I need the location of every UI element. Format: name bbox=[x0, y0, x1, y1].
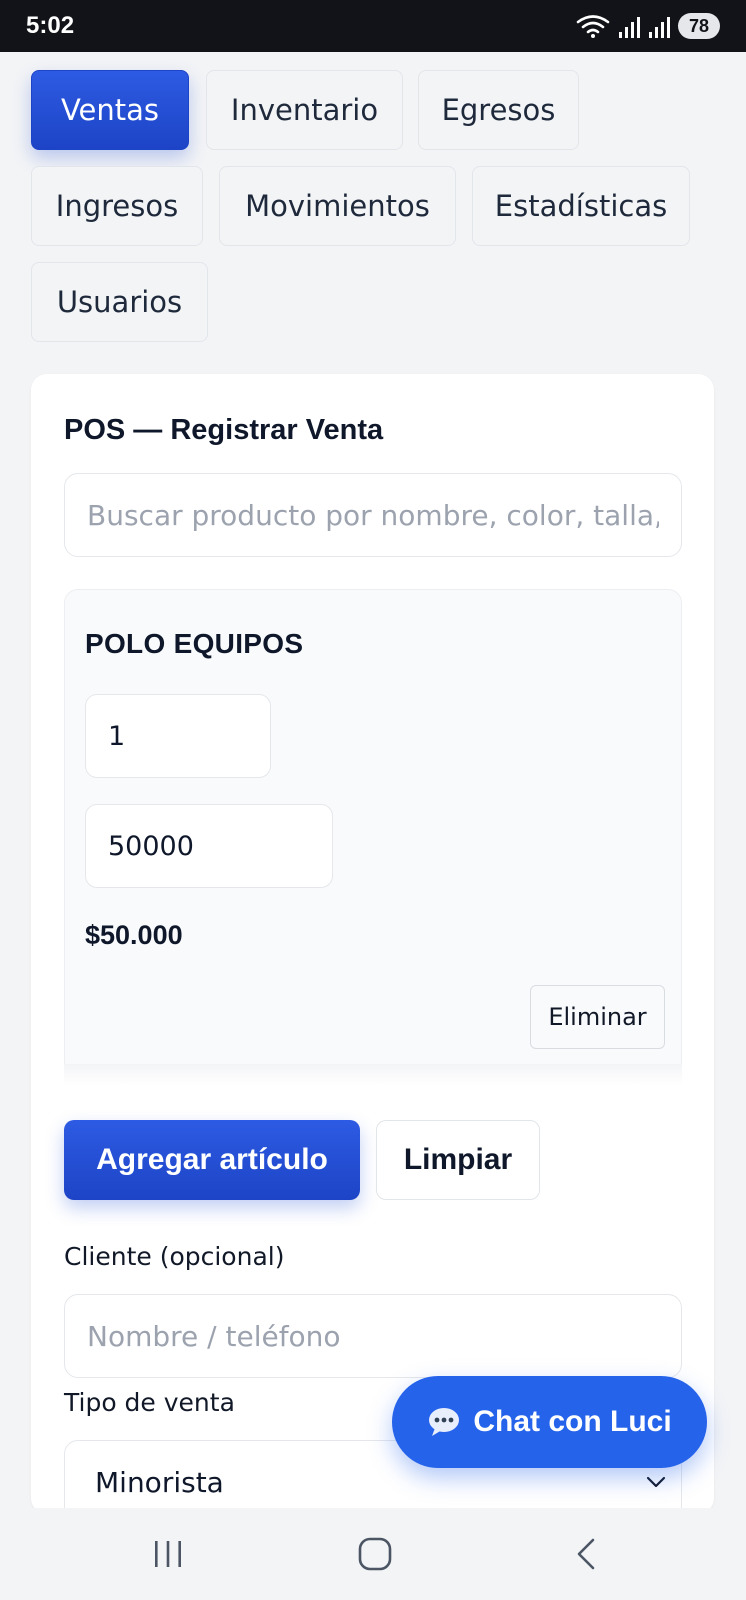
item-total: $50.000 bbox=[85, 920, 183, 950]
product-search-input[interactable] bbox=[64, 473, 682, 557]
back-icon bbox=[577, 1538, 595, 1570]
chat-bubble-icon bbox=[429, 1408, 460, 1436]
clear-button[interactable]: Limpiar bbox=[376, 1120, 540, 1200]
signal-icon bbox=[619, 17, 640, 38]
tab-ventas[interactable]: Ventas bbox=[31, 70, 189, 150]
home-icon bbox=[358, 1537, 392, 1571]
item-name: POLO EQUIPOS bbox=[85, 628, 304, 659]
status-right: 78 bbox=[576, 13, 720, 39]
signal-icon bbox=[649, 17, 670, 38]
sale-type-label: Tipo de venta bbox=[64, 1388, 235, 1417]
status-time: 5:02 bbox=[26, 12, 75, 39]
sale-type-value: Minorista bbox=[95, 1465, 224, 1499]
chat-button[interactable]: Chat con Luci bbox=[392, 1376, 707, 1468]
tab-egresos[interactable]: Egresos bbox=[418, 70, 579, 150]
status-bar: 5:02 78 bbox=[0, 0, 746, 52]
wifi-icon bbox=[576, 15, 610, 38]
client-input[interactable] bbox=[64, 1294, 682, 1378]
recent-apps-icon bbox=[155, 1541, 181, 1567]
home-button[interactable] bbox=[355, 1534, 395, 1574]
chevron-down-icon bbox=[646, 1476, 666, 1488]
quantity-input[interactable] bbox=[85, 694, 271, 778]
back-button[interactable] bbox=[568, 1534, 604, 1574]
battery-indicator: 78 bbox=[678, 13, 720, 39]
pos-card: POS — Registrar Venta POLO EQUIPOS $50.0… bbox=[31, 374, 714, 1524]
price-input[interactable] bbox=[85, 804, 333, 888]
tab-inventario[interactable]: Inventario bbox=[206, 70, 403, 150]
status-icons bbox=[576, 14, 670, 38]
delete-item-button[interactable]: Eliminar bbox=[530, 985, 665, 1049]
system-nav-bar bbox=[0, 1508, 746, 1600]
recent-apps-button[interactable] bbox=[150, 1534, 186, 1574]
tab-usuarios[interactable]: Usuarios bbox=[31, 262, 208, 342]
add-item-button[interactable]: Agregar artículo bbox=[64, 1120, 360, 1200]
tab-ingresos[interactable]: Ingresos bbox=[31, 166, 203, 246]
divider bbox=[64, 1064, 682, 1086]
tab-estadisticas[interactable]: Estadísticas bbox=[472, 166, 690, 246]
page-title: POS — Registrar Venta bbox=[64, 414, 384, 446]
client-label: Cliente (opcional) bbox=[64, 1242, 285, 1271]
chat-label: Chat con Luci bbox=[473, 1405, 672, 1438]
cart-item: POLO EQUIPOS $50.000 Eliminar bbox=[64, 589, 682, 1075]
tab-movimientos[interactable]: Movimientos bbox=[219, 166, 456, 246]
